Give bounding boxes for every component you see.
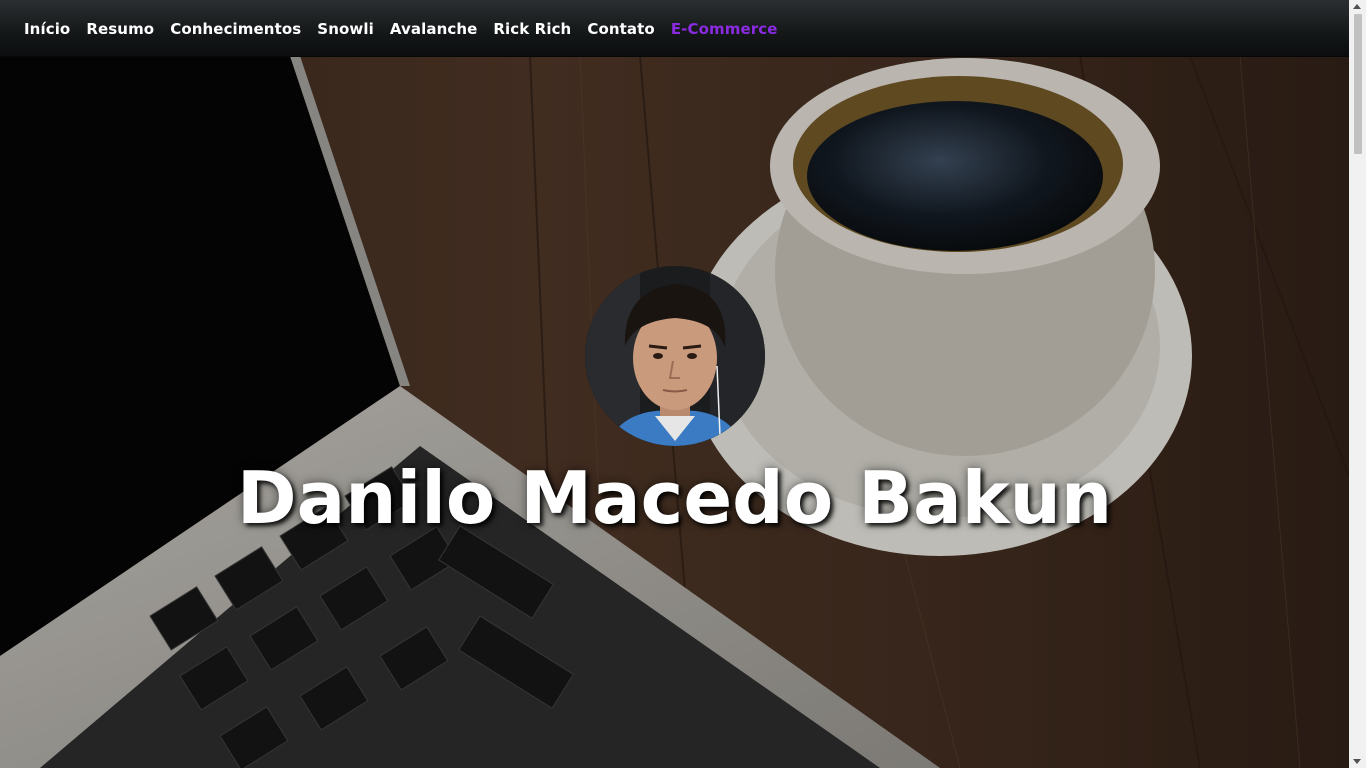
page-scrollbar[interactable] bbox=[1349, 0, 1366, 768]
hero-name-title: Danilo Macedo Bakun bbox=[236, 456, 1113, 540]
nav-link-inicio[interactable]: Início bbox=[24, 20, 70, 38]
nav-link-contato[interactable]: Contato bbox=[587, 20, 654, 38]
hero-section: Danilo Macedo Bakun bbox=[0, 56, 1349, 768]
top-navigation: Início Resumo Conhecimentos Snowli Avala… bbox=[0, 0, 1349, 57]
nav-menu: Início Resumo Conhecimentos Snowli Avala… bbox=[0, 0, 1349, 56]
scroll-down-arrow-icon[interactable] bbox=[1353, 759, 1361, 764]
scroll-thumb[interactable] bbox=[1354, 14, 1362, 154]
nav-link-rick-rich[interactable]: Rick Rich bbox=[493, 20, 571, 38]
nav-link-resumo[interactable]: Resumo bbox=[86, 20, 154, 38]
nav-link-e-commerce[interactable]: E-Commerce bbox=[671, 20, 778, 38]
nav-link-snowli[interactable]: Snowli bbox=[317, 20, 374, 38]
nav-link-avalanche[interactable]: Avalanche bbox=[390, 20, 478, 38]
profile-photo-image bbox=[585, 266, 765, 446]
nav-link-conhecimentos[interactable]: Conhecimentos bbox=[170, 20, 301, 38]
avatar bbox=[585, 266, 765, 446]
scroll-up-arrow-icon[interactable] bbox=[1353, 4, 1361, 9]
